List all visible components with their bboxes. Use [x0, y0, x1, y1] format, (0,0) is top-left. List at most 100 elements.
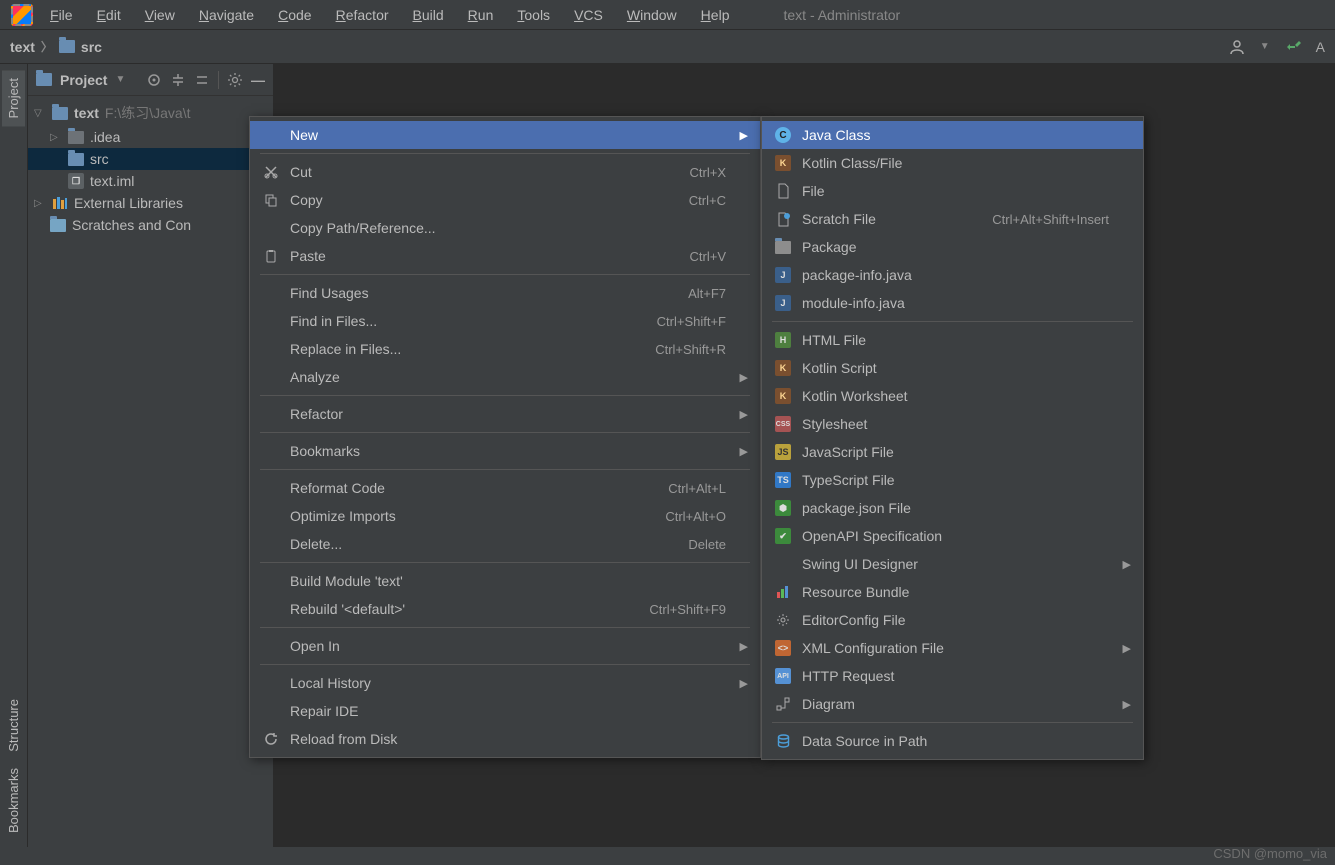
menu-item-java-class[interactable]: CJava Class [762, 121, 1143, 149]
db-icon [774, 734, 792, 749]
menu-refactor[interactable]: Refactor [324, 3, 401, 27]
minimize-icon[interactable]: — [251, 72, 265, 88]
menu-item-package-json-file[interactable]: ⬢package.json File [762, 494, 1143, 522]
menu-item-scratch-file[interactable]: Scratch FileCtrl+Alt+Shift+Insert [762, 205, 1143, 233]
menu-item-file[interactable]: File [762, 177, 1143, 205]
menu-item-html-file[interactable]: HHTML File [762, 326, 1143, 354]
menu-item-package-info-java[interactable]: Jpackage-info.java [762, 261, 1143, 289]
menu-item-kotlin-worksheet[interactable]: KKotlin Worksheet [762, 382, 1143, 410]
menu-item-build-module-text-[interactable]: Build Module 'text' [250, 567, 760, 595]
menu-item-reformat-code[interactable]: Reformat CodeCtrl+Alt+L [250, 474, 760, 502]
panel-title[interactable]: Project [60, 72, 107, 88]
tree-node-iml[interactable]: ❐ text.iml [28, 170, 273, 192]
menu-item-label: Resource Bundle [802, 584, 1109, 600]
menu-item-http-request[interactable]: APIHTTP Request [762, 662, 1143, 690]
menu-item-label: Diagram [802, 696, 1109, 712]
chevron-down-icon[interactable]: ▼ [1260, 41, 1270, 52]
menu-item-label: Kotlin Worksheet [802, 388, 1109, 404]
tree-node-root[interactable]: ▽ text F:\练习\Java\t [28, 100, 273, 126]
menu-item-optimize-imports[interactable]: Optimize ImportsCtrl+Alt+O [250, 502, 760, 530]
menu-item-label: Refactor [290, 406, 726, 422]
menu-item-analyze[interactable]: Analyze▶ [250, 363, 760, 391]
menu-item-label: Reload from Disk [290, 731, 726, 747]
menu-item-repair-ide[interactable]: Repair IDE [250, 697, 760, 725]
menu-file[interactable]: File [38, 3, 85, 27]
menu-item-resource-bundle[interactable]: Resource Bundle [762, 578, 1143, 606]
menu-separator [260, 274, 750, 275]
menu-item-xml-configuration-file[interactable]: <>XML Configuration File▶ [762, 634, 1143, 662]
menu-item-label: Paste [290, 248, 680, 264]
menu-item-copy-path-reference-[interactable]: Copy Path/Reference... [250, 214, 760, 242]
menu-item-find-usages[interactable]: Find UsagesAlt+F7 [250, 279, 760, 307]
tree-node-external[interactable]: ▷ External Libraries [28, 192, 273, 214]
menu-item-label: Analyze [290, 369, 726, 385]
menu-item-shortcut: Ctrl+Alt+Shift+Insert [992, 212, 1109, 227]
expand-all-icon[interactable] [170, 72, 186, 88]
reload-icon [262, 732, 280, 746]
folder-icon [68, 131, 84, 144]
menu-item-editorconfig-file[interactable]: EditorConfig File [762, 606, 1143, 634]
menu-separator [772, 722, 1133, 723]
breadcrumb-root[interactable]: text [10, 39, 35, 55]
gutter-tab-bookmarks[interactable]: Bookmarks [2, 760, 25, 841]
menu-run[interactable]: Run [456, 3, 506, 27]
menu-item-new[interactable]: New▶ [250, 121, 760, 149]
menu-item-local-history[interactable]: Local History▶ [250, 669, 760, 697]
menu-item-stylesheet[interactable]: CSSStylesheet [762, 410, 1143, 438]
menu-edit[interactable]: Edit [85, 3, 133, 27]
menu-item-copy[interactable]: CopyCtrl+C [250, 186, 760, 214]
menubar: FileEditViewNavigateCodeRefactorBuildRun… [0, 0, 1335, 30]
menu-item-kotlin-script[interactable]: KKotlin Script [762, 354, 1143, 382]
collapse-all-icon[interactable] [194, 72, 210, 88]
api-icon: ✔ [774, 528, 792, 544]
menu-item-refactor[interactable]: Refactor▶ [250, 400, 760, 428]
gutter-tab-structure[interactable]: Structure [2, 691, 25, 760]
menu-item-kotlin-class-file[interactable]: KKotlin Class/File [762, 149, 1143, 177]
tree-node-src[interactable]: src [28, 148, 273, 170]
menu-item-replace-in-files-[interactable]: Replace in Files...Ctrl+Shift+R [250, 335, 760, 363]
gear-icon[interactable] [227, 72, 243, 88]
menu-item-label: Copy [290, 192, 679, 208]
menu-build[interactable]: Build [401, 3, 456, 27]
toolbar-letter[interactable]: A [1316, 39, 1325, 55]
menu-item-data-source-in-path[interactable]: Data Source in Path [762, 727, 1143, 755]
rb-icon [774, 585, 792, 599]
chevron-down-icon[interactable]: ▼ [115, 74, 125, 85]
menu-item-paste[interactable]: PasteCtrl+V [250, 242, 760, 270]
menu-item-bookmarks[interactable]: Bookmarks▶ [250, 437, 760, 465]
menu-item-typescript-file[interactable]: TSTypeScript File [762, 466, 1143, 494]
menu-separator [260, 153, 750, 154]
menu-item-open-in[interactable]: Open In▶ [250, 632, 760, 660]
gutter-tab-project[interactable]: Project [2, 70, 25, 126]
menu-item-delete-[interactable]: Delete...Delete [250, 530, 760, 558]
menu-window[interactable]: Window [615, 3, 689, 27]
menu-help[interactable]: Help [689, 3, 742, 27]
menu-item-find-in-files-[interactable]: Find in Files...Ctrl+Shift+F [250, 307, 760, 335]
menu-item-swing-ui-designer[interactable]: Swing UI Designer▶ [762, 550, 1143, 578]
tree-node-idea[interactable]: ▷ .idea [28, 126, 273, 148]
tree-node-scratches[interactable]: Scratches and Con [28, 214, 273, 236]
menu-item-cut[interactable]: CutCtrl+X [250, 158, 760, 186]
menu-view[interactable]: View [133, 3, 187, 27]
select-opened-file-icon[interactable] [146, 72, 162, 88]
user-icon[interactable] [1228, 38, 1246, 56]
k-icon: K [774, 155, 792, 171]
menu-separator [260, 627, 750, 628]
menu-item-rebuild-default-[interactable]: Rebuild '<default>'Ctrl+Shift+F9 [250, 595, 760, 623]
menu-item-label: Stylesheet [802, 416, 1109, 432]
menu-item-javascript-file[interactable]: JSJavaScript File [762, 438, 1143, 466]
menu-item-label: Kotlin Script [802, 360, 1109, 376]
menu-navigate[interactable]: Navigate [187, 3, 266, 27]
menu-item-module-info-java[interactable]: Jmodule-info.java [762, 289, 1143, 317]
breadcrumb-child[interactable]: src [81, 39, 102, 55]
menu-vcs[interactable]: VCS [562, 3, 615, 27]
menu-item-package[interactable]: Package [762, 233, 1143, 261]
build-icon[interactable] [1284, 38, 1302, 56]
menu-tools[interactable]: Tools [505, 3, 562, 27]
menu-item-label: Replace in Files... [290, 341, 645, 357]
menu-item-diagram[interactable]: Diagram▶ [762, 690, 1143, 718]
menu-item-shortcut: Ctrl+Shift+F [657, 314, 726, 329]
menu-item-openapi-specification[interactable]: ✔OpenAPI Specification [762, 522, 1143, 550]
menu-code[interactable]: Code [266, 3, 323, 27]
menu-item-reload-from-disk[interactable]: Reload from Disk [250, 725, 760, 753]
